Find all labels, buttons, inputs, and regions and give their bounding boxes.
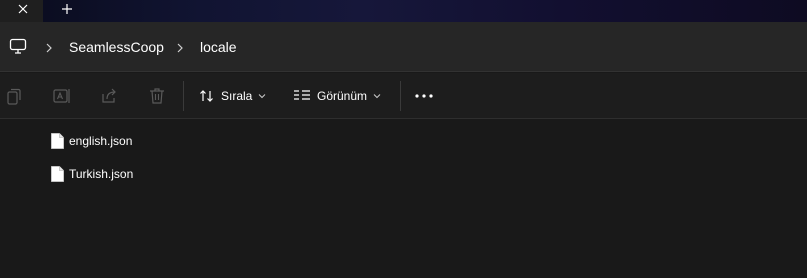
monitor-icon[interactable] (9, 38, 27, 55)
view-label: Görünüm (317, 89, 368, 103)
file-name: Turkish.json (69, 167, 134, 181)
file-name: english.json (69, 134, 133, 148)
list-item[interactable]: Turkish.json (51, 163, 133, 185)
breadcrumb-item-locale[interactable]: locale (200, 38, 237, 56)
plus-icon[interactable] (58, 1, 76, 17)
more-icon[interactable] (414, 84, 434, 108)
toolbar-separator (400, 81, 401, 111)
tab-strip (0, 0, 807, 22)
sort-label: Sırala (221, 89, 253, 103)
chevron-right-icon[interactable] (44, 41, 54, 53)
sort-button[interactable]: Sırala (199, 84, 266, 108)
rename-icon[interactable] (52, 86, 72, 106)
file-icon (51, 133, 64, 149)
active-tab[interactable] (0, 0, 43, 22)
chevron-down-icon (373, 94, 381, 99)
close-icon[interactable] (15, 1, 31, 17)
chevron-right-icon[interactable] (175, 41, 185, 53)
command-bar: Sırala Görünüm (0, 73, 807, 119)
copy-icon[interactable] (5, 86, 25, 106)
address-bar[interactable]: SeamlessCoop locale (0, 22, 807, 72)
file-icon (51, 166, 64, 182)
list-item[interactable]: english.json (51, 130, 132, 152)
delete-icon[interactable] (147, 86, 167, 106)
chevron-down-icon (259, 94, 266, 99)
toolbar-separator (183, 81, 184, 111)
share-icon[interactable] (99, 86, 119, 106)
sort-icon (200, 90, 213, 102)
breadcrumb-item-seamlesscoop[interactable]: SeamlessCoop (69, 38, 164, 56)
view-button[interactable]: Görünüm (293, 84, 381, 108)
view-list-icon (294, 90, 310, 100)
file-list: english.json Turkish.json (0, 120, 807, 278)
